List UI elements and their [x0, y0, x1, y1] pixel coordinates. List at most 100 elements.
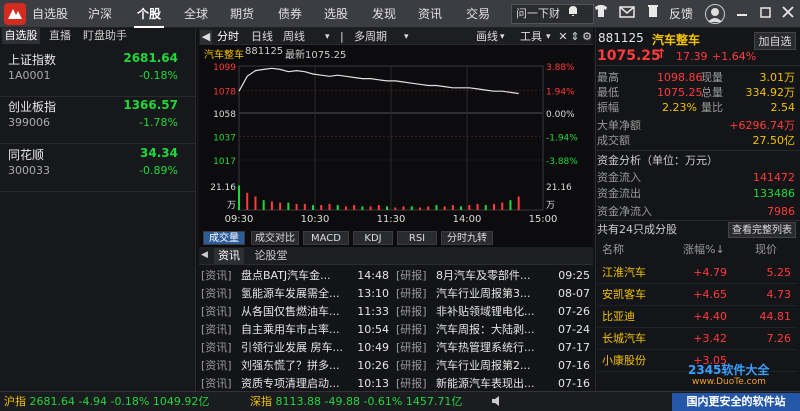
nav-bonds[interactable]: 债券 — [274, 0, 306, 28]
tab-forum[interactable]: 论股堂 — [250, 248, 292, 264]
volume-bar — [493, 203, 496, 210]
nav-stock[interactable]: 个股 — [134, 0, 164, 28]
watch-item[interactable]: 同花顺 300033 34.34 -0.89% — [0, 140, 196, 192]
news-item[interactable]: [研报] 汽车热管理系统行... 07-17 — [396, 339, 592, 357]
nav-trade[interactable]: 交易 — [462, 0, 494, 28]
indicator-volume[interactable]: 成交量 — [203, 231, 245, 245]
news-tag: [资讯] — [201, 323, 232, 336]
tab-weekly[interactable]: 周线 — [283, 30, 323, 44]
x-tick-label: 15:00 — [529, 214, 558, 225]
news-item[interactable]: [研报] 汽车行业周报第3... 08-07 — [396, 285, 592, 303]
mail-icon[interactable] — [617, 4, 637, 24]
news-item[interactable]: [资讯] 从各国仅售燃油车... 11:33 — [201, 303, 391, 321]
news-item[interactable]: [研报] 汽车行业周报第2... 07-16 — [396, 357, 592, 375]
speaker-icon[interactable] — [490, 394, 504, 408]
pin-icon[interactable]: ⇕ — [570, 30, 580, 44]
volume-bar — [418, 207, 421, 210]
minimize-icon[interactable] — [732, 4, 752, 24]
component-row[interactable]: 长城汽车 +3.42 7.26 — [597, 328, 797, 350]
tab-intraday[interactable]: 分时 — [217, 30, 245, 44]
tools-button[interactable]: 工具 — [520, 30, 546, 44]
draw-line-button[interactable]: 画线 — [476, 30, 500, 44]
stat-value: 2.23% — [662, 101, 697, 114]
feedback-link[interactable]: 反馈 — [669, 6, 693, 22]
tab-live[interactable]: 直播 — [46, 28, 74, 44]
news-item[interactable]: [资讯] 氢能源车发展需全... 13:10 — [201, 285, 391, 303]
tab-news[interactable]: 资讯 — [214, 248, 244, 264]
indicator-macd[interactable]: MACD — [303, 231, 349, 245]
tab-daily[interactable]: 日线 — [251, 30, 279, 44]
col-name[interactable]: 名称 — [602, 243, 624, 257]
tab-watchlist[interactable]: 自选股 — [2, 28, 40, 44]
news-item[interactable]: [研报] 8月汽车及零部件... 09:25 — [396, 267, 592, 285]
news-title: 引领行业发展 房车... — [241, 341, 343, 354]
nav-futures[interactable]: 期货 — [226, 0, 258, 28]
news-item[interactable]: [资讯] 刘强东慌了？拼多... 10:26 — [201, 357, 391, 375]
news-item[interactable]: [资讯] 自主乘用车市占率... 10:54 — [201, 321, 391, 339]
shirt-icon[interactable] — [591, 4, 611, 24]
sz-index-ticker[interactable]: 深指 8113.88 -49.88 -0.61% 1457.71亿 — [250, 392, 462, 411]
indicator-volume-compare[interactable]: 成交对比 — [251, 231, 299, 245]
component-price: 44.81 — [759, 310, 792, 323]
add-watchlist-button[interactable]: 加自选 — [754, 32, 796, 50]
chevron-down-icon[interactable]: ▾ — [325, 30, 333, 44]
chevron-down-icon[interactable]: ▾ — [546, 30, 554, 44]
volume-bar — [320, 205, 323, 210]
y-tick-label: 1078 — [213, 87, 236, 97]
stat-value: 1098.86 — [657, 71, 703, 84]
watch-item[interactable]: 上证指数 1A0001 2681.64 -0.18% — [0, 45, 196, 97]
nav-global[interactable]: 全球 — [180, 0, 212, 28]
pct-tick-label: 0.00% — [546, 110, 575, 120]
sz-change: -49.88 — [324, 395, 360, 408]
chevron-down-icon[interactable]: ▾ — [500, 30, 508, 44]
component-row[interactable]: 比亚迪 +4.40 44.81 — [597, 306, 797, 328]
news-tag: [资讯] — [201, 269, 232, 282]
news-item[interactable]: [研报] 汽车周报：大陆剥... 07-24 — [396, 321, 592, 339]
tab-multi-period[interactable]: 多周期 — [354, 30, 404, 44]
news-title: 自主乘用车市占率... — [241, 323, 340, 336]
collapse-left-icon[interactable]: ◀ — [200, 30, 212, 44]
indicator-kdj[interactable]: KDJ — [353, 231, 393, 245]
news-item[interactable]: [资讯] 引领行业发展 房车... 10:49 — [201, 339, 391, 357]
volume-bar — [353, 205, 356, 210]
news-time: 13:10 — [357, 287, 389, 300]
nav-hs[interactable]: 沪深 — [84, 0, 116, 28]
avatar[interactable] — [705, 4, 725, 24]
trash-icon[interactable] — [643, 4, 663, 24]
news-title: 汽车热管理系统行... — [436, 341, 535, 354]
volume-bar — [279, 202, 282, 210]
sh-amount: 1049.92亿 — [152, 395, 210, 408]
component-row[interactable]: 江淮汽车 +4.79 5.25 — [597, 262, 797, 284]
view-all-components-button[interactable]: 查看完整列表 — [728, 222, 796, 238]
col-price[interactable]: 现价 — [755, 243, 777, 257]
indicator-rsi[interactable]: RSI — [397, 231, 437, 245]
nav-news[interactable]: 资讯 — [414, 0, 446, 28]
components-header: 名称 涨幅%↓ 现价 — [597, 243, 797, 257]
nav-watchlist[interactable]: 自选股 — [30, 0, 70, 28]
tab-monitor-assistant[interactable]: 盯盘助手 — [80, 28, 130, 44]
restore-icon[interactable] — [756, 4, 776, 24]
gear-icon[interactable]: ⚙ — [581, 30, 593, 44]
collapse-icon[interactable]: ◀ — [201, 250, 211, 262]
nav-stock-picker[interactable]: 选股 — [320, 0, 352, 28]
volume-bar — [402, 206, 405, 210]
news-item[interactable]: [资讯] 盘点BATJ汽车金... 14:48 — [201, 267, 391, 285]
watch-item-price: 34.34 — [140, 146, 178, 160]
x-tick-label: 09:30 — [225, 214, 254, 225]
component-row[interactable]: 安凯客车 +4.65 4.73 — [597, 284, 797, 306]
app-logo-icon[interactable] — [4, 3, 26, 25]
col-pct[interactable]: 涨幅%↓ — [683, 243, 725, 257]
close-icon[interactable]: ✕ — [557, 30, 569, 44]
sh-index-ticker[interactable]: 沪指 2681.64 -4.94 -0.18% 1049.92亿 — [4, 392, 209, 411]
news-item[interactable]: [研报] 非补贴领域锂电化... 07-26 — [396, 303, 592, 321]
chevron-down-icon[interactable]: ▾ — [404, 30, 412, 44]
bell-icon[interactable] — [563, 4, 583, 24]
indicator-nine-turn[interactable]: 分时九转 — [441, 231, 493, 245]
close-icon[interactable] — [778, 4, 798, 24]
watch-item[interactable]: 创业板指 399006 1366.57 -1.78% — [0, 92, 196, 144]
nav-discover[interactable]: 发现 — [368, 0, 400, 28]
news-title: 盘点BATJ汽车金... — [241, 269, 331, 282]
volume-bar — [344, 206, 347, 210]
volume-bar — [369, 206, 372, 210]
stat-label: 成交额 — [597, 134, 630, 147]
